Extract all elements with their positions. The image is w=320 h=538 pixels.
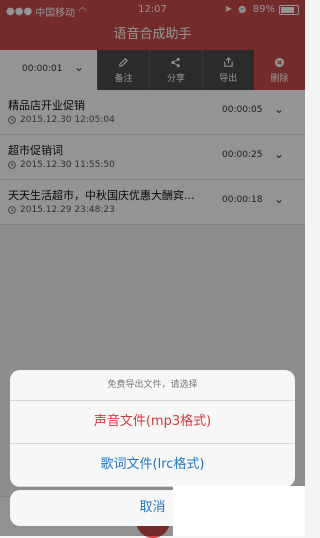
export-action-sheet: 免费导出文件，请选择 声音文件(mp3格式) 歌词文件(lrc格式) [10,370,295,487]
white-patch [173,486,305,536]
export-mp3-button[interactable]: 声音文件(mp3格式) [10,401,295,444]
export-lrc-button[interactable]: 歌词文件(lrc格式) [10,444,295,487]
sheet-header: 免费导出文件，请选择 [10,370,295,401]
